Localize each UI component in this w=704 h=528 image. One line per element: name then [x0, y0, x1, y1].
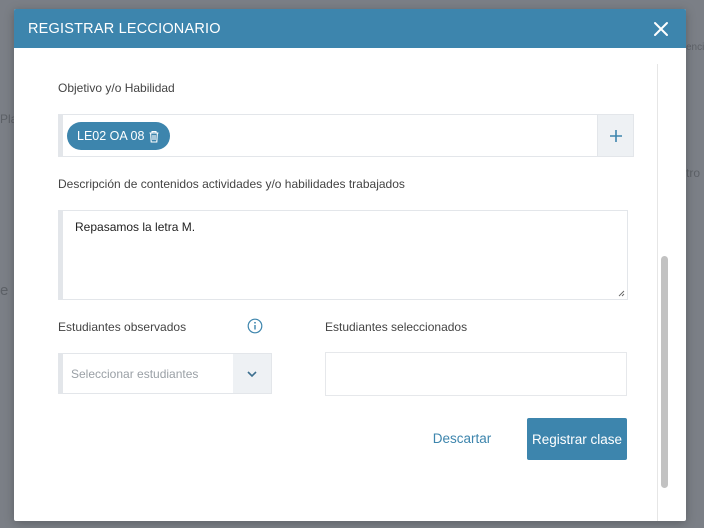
modal-body: Objetivo y/o Habilidad LE02 OA 08 Descri…: [14, 48, 686, 521]
seleccionados-label: Estudiantes seleccionados: [325, 320, 468, 334]
background-fragment: e: [0, 282, 9, 299]
objetivo-label: Objetivo y/o Habilidad: [58, 81, 175, 95]
info-icon[interactable]: [247, 318, 263, 334]
descartar-button[interactable]: Descartar: [426, 428, 498, 450]
descripcion-value: Repasamos la letra M.: [75, 220, 196, 234]
registrar-clase-button[interactable]: Registrar clase: [527, 418, 627, 460]
objetivo-field[interactable]: LE02 OA 08: [58, 114, 634, 157]
add-objetivo-button[interactable]: [597, 115, 633, 156]
close-icon[interactable]: [652, 20, 670, 38]
modal-title: REGISTRAR LECCIONARIO: [28, 20, 221, 37]
leccionario-modal: REGISTRAR LECCIONARIO Objetivo y/o Habil…: [14, 9, 686, 521]
trash-icon[interactable]: [148, 130, 160, 143]
descripcion-textarea[interactable]: Repasamos la letra M.: [58, 210, 628, 300]
background-fragment: tro: [686, 166, 701, 180]
modal-header: REGISTRAR LECCIONARIO: [14, 9, 686, 48]
estudiantes-seleccionados-box: [325, 352, 627, 396]
objetivo-chip[interactable]: LE02 OA 08: [67, 122, 171, 150]
observados-label: Estudiantes observados: [58, 320, 187, 334]
chip-label: LE02 OA 08: [77, 129, 145, 143]
plus-icon: [609, 129, 622, 142]
resize-handle-icon[interactable]: [617, 289, 625, 297]
estudiantes-select[interactable]: Seleccionar estudiantes: [58, 353, 272, 394]
descripcion-label: Descripción de contenidos actividades y/…: [58, 177, 405, 191]
select-placeholder: Seleccionar estudiantes: [71, 367, 199, 381]
background-fragment: encia: [686, 42, 704, 53]
scrollbar-thumb[interactable]: [661, 256, 668, 488]
chevron-down-icon[interactable]: [233, 354, 271, 393]
